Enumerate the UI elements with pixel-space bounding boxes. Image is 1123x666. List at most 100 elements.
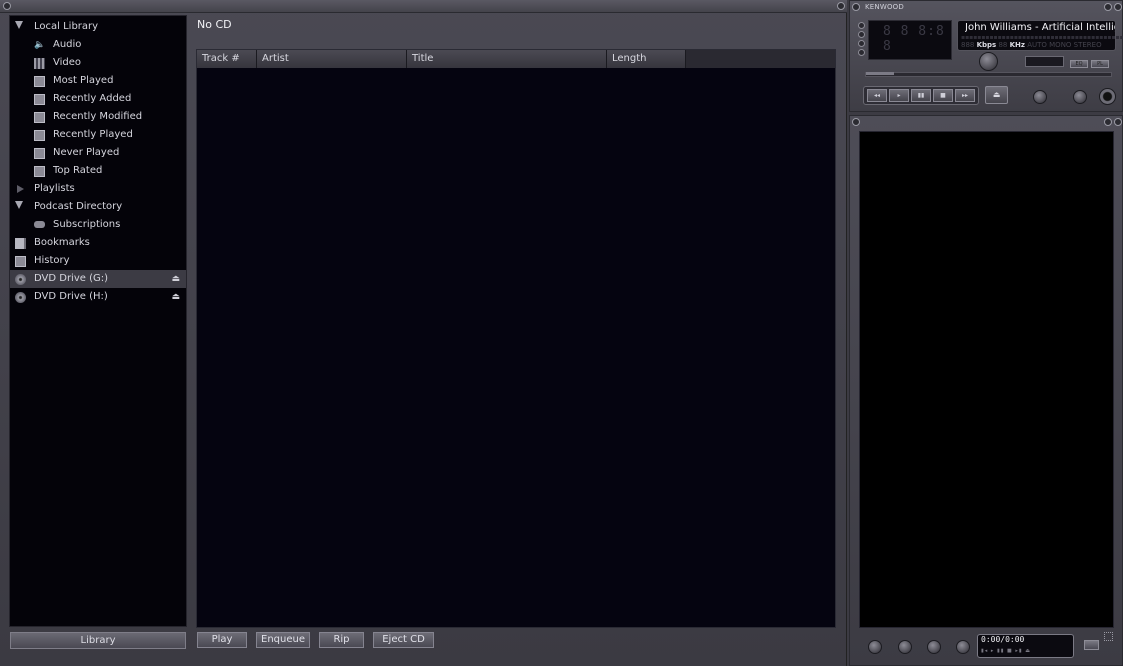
repeat-knob-icon[interactable] [1073,90,1087,104]
tree-item-recently-modified[interactable]: Recently Modified [10,108,186,126]
visualizer-row: ▪▪▪▪▪▪▪▪▪▪▪▪▪▪▪▪▪▪▪▪▪▪▪▪▪▪▪▪▪▪▪▪▪▪▪▪▪▪▪▪… [961,34,1123,41]
brand-logo: KENWOOD [865,3,904,11]
triangle-down-icon[interactable] [15,201,23,209]
video-menu-icon[interactable] [852,118,860,126]
option-dot-icon[interactable] [858,31,865,38]
shuffle-knob-icon[interactable] [1033,90,1047,104]
history-icon [15,256,26,267]
tree-item-label: Recently Modified [53,111,143,122]
tree-item-label: Recently Played [53,129,133,140]
time-display[interactable]: 8 8 8:8 8 [868,20,952,60]
tree-item-label: Local Library [34,21,99,32]
option-dot-icon[interactable] [858,49,865,56]
tree-item-playlists[interactable]: Playlists [10,180,186,198]
seek-handle[interactable] [866,72,894,75]
table-header: Track # Artist Title Length [197,50,835,68]
tree-item-label: DVD Drive (G:) [34,273,109,284]
triangle-right-icon[interactable] [17,185,24,193]
tree-item-dvd-drive-h[interactable]: DVD Drive (H:) ⏏ [10,288,186,306]
library-tree[interactable]: Local Library 🔈 Audio Video Most Played … [9,15,187,627]
mini-time: 0:00/0:00 [981,635,1025,644]
video-knob-icon[interactable] [927,640,941,654]
tree-item-top-rated[interactable]: Top Rated [10,162,186,180]
tree-item-label: Never Played [53,147,120,158]
smart-view-icon [34,148,45,159]
tree-item-video[interactable]: Video [10,54,186,72]
minimize-icon[interactable] [1104,3,1112,11]
stop-button[interactable]: ■ [933,89,953,102]
kbps-label: Kbps [976,41,997,49]
player-menu-icon[interactable] [852,3,860,11]
khz-value: 88 [998,41,1008,49]
volume-knob-icon[interactable] [979,52,998,71]
bookmark-icon [15,238,26,249]
tree-item-audio[interactable]: 🔈 Audio [10,36,186,54]
previous-button[interactable]: ◂◂ [867,89,887,102]
podcast-icon [34,221,45,228]
eject-button[interactable]: ⏏ [985,86,1008,104]
song-info-display: John Williams - Artificial Intellig ▪▪▪▪… [957,20,1123,51]
fullscreen-icon[interactable] [1104,632,1113,641]
tree-item-label: DVD Drive (H:) [34,291,108,302]
transport-controls: ◂◂ ▸ ▮▮ ■ ▸▸ [863,86,979,105]
tree-item-label: Podcast Directory [34,201,123,212]
track-table[interactable]: Track # Artist Title Length [196,49,836,628]
tree-item-subscriptions[interactable]: Subscriptions [10,216,186,234]
eject-cd-button[interactable]: Eject CD [373,632,434,648]
enqueue-button[interactable]: Enqueue [256,632,310,648]
tree-item-local-library[interactable]: Local Library [10,18,186,36]
pause-button[interactable]: ▮▮ [911,89,931,102]
smart-view-icon [34,130,45,141]
tree-item-most-played[interactable]: Most Played [10,72,186,90]
triangle-down-icon[interactable] [15,21,23,29]
tree-item-recently-added[interactable]: Recently Added [10,90,186,108]
column-header-artist[interactable]: Artist [257,50,407,68]
minimize-icon[interactable] [1104,118,1112,126]
tree-item-recently-played[interactable]: Recently Played [10,126,186,144]
tree-item-label: Most Played [53,75,114,86]
next-button[interactable]: ▸▸ [955,89,975,102]
page-title: No CD [197,18,232,31]
column-header-track[interactable]: Track # [197,50,257,68]
eject-icon[interactable]: ⏏ [171,270,180,288]
option-dot-icon[interactable] [858,40,865,47]
eq-button[interactable]: EQ [1070,60,1088,68]
disc-icon [15,274,26,285]
tree-item-never-played[interactable]: Never Played [10,144,186,162]
speaker-icon: 🔈 [34,40,46,50]
tree-item-label: Audio [53,39,82,50]
play-button[interactable]: Play [197,632,247,648]
video-display[interactable] [859,131,1114,628]
video-eject-button[interactable] [1084,640,1099,650]
play-button-player[interactable]: ▸ [889,89,909,102]
khz-label: KHz [1009,41,1025,49]
column-header-title[interactable]: Title [407,50,607,68]
close-icon[interactable] [1114,3,1122,11]
option-dot-icon[interactable] [858,22,865,29]
tree-item-podcast-directory[interactable]: Podcast Directory [10,198,186,216]
tree-item-history[interactable]: History [10,252,186,270]
eject-icon[interactable]: ⏏ [171,288,180,306]
balance-slider[interactable] [1025,56,1064,67]
close-icon[interactable] [1114,118,1122,126]
tree-item-dvd-drive-g[interactable]: DVD Drive (G:) ⏏ [10,270,186,288]
close-icon[interactable] [837,2,845,10]
video-knob-icon[interactable] [868,640,882,654]
library-button[interactable]: Library [10,632,186,649]
column-header-length[interactable]: Length [607,50,686,68]
rip-button[interactable]: Rip [319,632,364,648]
mode-labels: AUTO MONO STEREO [1027,41,1102,49]
time-digits: 8 8 8:8 8 [883,24,945,54]
video-knob-icon[interactable] [898,640,912,654]
tree-item-bookmarks[interactable]: Bookmarks [10,234,186,252]
mini-controls[interactable]: ▮◂ ▸ ▮▮ ■ ▸▮ ⏏ [981,648,1031,654]
library-titlebar[interactable] [0,0,847,13]
tree-item-label: History [34,255,70,266]
film-icon [34,58,45,69]
smart-view-icon [34,94,45,105]
window-menu-icon[interactable] [3,2,11,10]
seek-bar[interactable] [865,72,1112,77]
playlist-toggle-button[interactable]: PL [1091,60,1109,68]
video-knob-icon[interactable] [956,640,970,654]
power-knob-icon[interactable] [1099,88,1116,105]
